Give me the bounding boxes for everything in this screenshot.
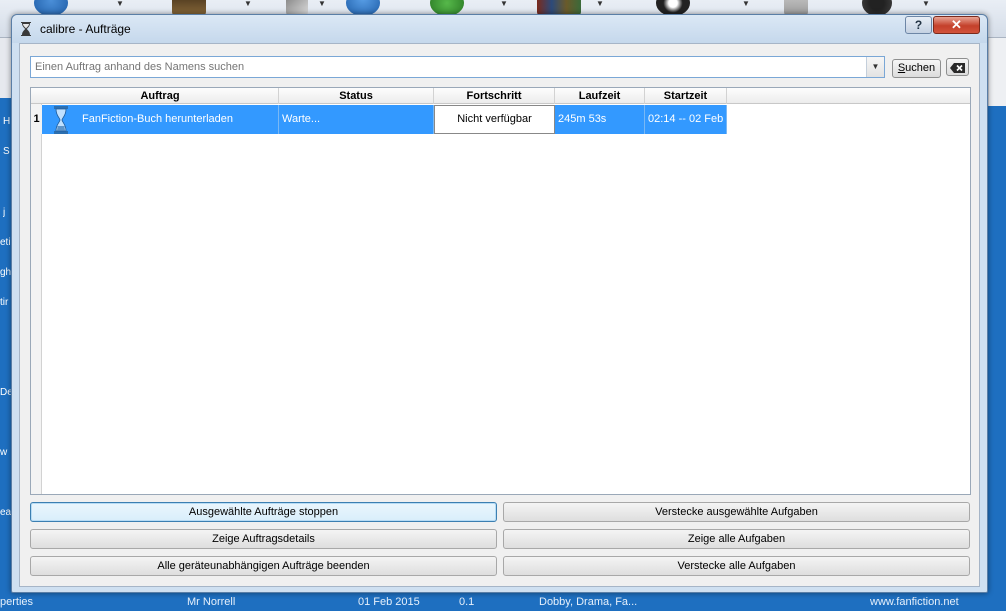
search-button-label: uchen	[905, 62, 936, 74]
hourglass-icon	[21, 22, 31, 36]
column-header-runtime[interactable]: Laufzeit	[555, 88, 645, 104]
main-right-panel	[988, 38, 1006, 598]
job-search-input[interactable]	[31, 57, 865, 77]
help-button[interactable]: ?	[905, 16, 932, 34]
chevron-down-icon[interactable]: ▼	[116, 0, 126, 8]
dialog-title: calibre - Aufträge	[40, 22, 131, 36]
job-progress-cell[interactable]: Nicht verfügbar	[434, 105, 555, 134]
clear-search-button[interactable]	[946, 58, 969, 76]
status-cell: Dobby, Drama, Fa...	[539, 596, 638, 608]
kill-all-jobs-button[interactable]: Alle geräteunabhängigen Aufträge beenden	[30, 556, 497, 576]
job-name-cell[interactable]: FanFiction-Buch herunterladen	[42, 105, 279, 134]
chevron-down-icon[interactable]: ▼	[318, 0, 328, 8]
status-cell: www.fanfiction.net	[870, 596, 959, 608]
status-cell: 01 Feb 2015	[358, 596, 420, 608]
row-number[interactable]: 1	[31, 105, 42, 134]
column-header-starttime[interactable]: Startzeit	[645, 88, 727, 104]
status-cell: perties	[0, 596, 34, 608]
chevron-down-icon[interactable]: ▼	[244, 0, 254, 8]
hourglass-icon	[54, 106, 68, 134]
chevron-down-icon[interactable]: ▼	[922, 0, 932, 8]
status-cell: Mr Norrell	[187, 596, 236, 608]
search-button[interactable]: Suchen	[892, 59, 941, 78]
dialog-client-area: ▼ Suchen Auftrag Status Fortschritt Lauf…	[19, 43, 980, 587]
chevron-down-icon[interactable]: ▼	[742, 0, 752, 8]
job-runtime-cell[interactable]: 245m 53s	[555, 105, 645, 134]
main-status-bar: perties Mr Norrell 01 Feb 2015 0.1 Dobby…	[0, 593, 1006, 611]
clear-search-icon	[950, 63, 965, 73]
show-job-details-button[interactable]: Zeige Auftragsdetails	[30, 529, 497, 549]
stop-selected-jobs-button[interactable]: Ausgewählte Aufträge stoppen	[30, 502, 497, 522]
jobs-dialog: calibre - Aufträge ? ✕ ▼ Suchen Auftrag …	[11, 14, 988, 593]
close-button[interactable]: ✕	[933, 16, 980, 34]
jobs-table: Auftrag Status Fortschritt Laufzeit Star…	[30, 87, 971, 495]
table-row[interactable]: 1 FanFiction-Buch herunterladen Warte...…	[31, 105, 727, 134]
table-header: Auftrag Status Fortschritt Laufzeit Star…	[31, 88, 970, 104]
chevron-down-icon[interactable]: ▼	[500, 0, 510, 8]
job-name: FanFiction-Buch herunterladen	[82, 113, 234, 125]
search-history-dropdown-icon[interactable]: ▼	[866, 57, 884, 77]
show-all-jobs-button[interactable]: Zeige alle Aufgaben	[503, 529, 970, 549]
hide-all-jobs-button[interactable]: Verstecke alle Aufgaben	[503, 556, 970, 576]
job-search-combo[interactable]: ▼	[30, 56, 885, 78]
main-right-strip	[988, 38, 1006, 106]
chevron-down-icon[interactable]: ▼	[596, 0, 606, 8]
status-cell: 0.1	[459, 596, 475, 608]
job-status-cell[interactable]: Warte...	[279, 105, 434, 134]
hide-selected-jobs-button[interactable]: Verstecke ausgewählte Aufgaben	[503, 502, 970, 522]
column-header-progress[interactable]: Fortschritt	[434, 88, 555, 104]
column-header-job[interactable]: Auftrag	[42, 88, 279, 104]
job-starttime-cell[interactable]: 02:14 -- 02 Feb	[645, 105, 727, 134]
dialog-titlebar[interactable]: calibre - Aufträge ? ✕	[12, 15, 987, 43]
row-header-column	[31, 104, 42, 494]
column-header-status[interactable]: Status	[279, 88, 434, 104]
